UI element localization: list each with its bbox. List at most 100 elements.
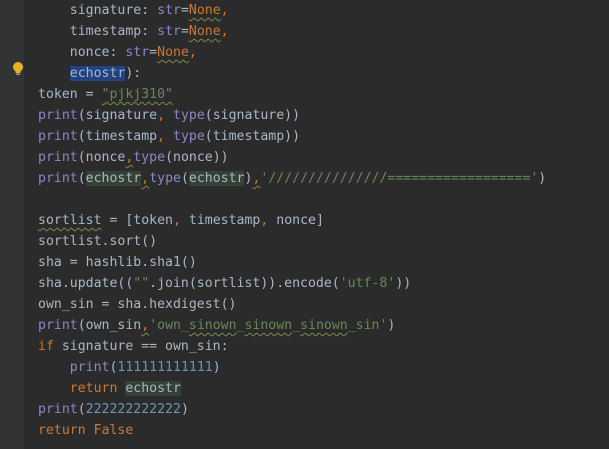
code-token: print — [38, 171, 78, 186]
code-token: nonce] — [276, 213, 324, 228]
code-line-text: token = "pjkj310" — [38, 84, 173, 105]
code-token: sha = hashlib.sha1() — [38, 255, 197, 270]
code-token: signature — [69, 3, 142, 18]
code-token: type — [133, 150, 166, 165]
code-token: ( — [77, 402, 86, 417]
code-token: , — [220, 3, 229, 18]
code-token: ) — [538, 171, 547, 186]
code-line-text: print(own_sin,'own_sinown_sinown_sinown_… — [38, 315, 395, 336]
code-token: print — [38, 129, 78, 144]
code-token: "" — [133, 276, 150, 291]
code-token: nonce — [69, 45, 110, 60]
code-token: return — [38, 423, 94, 438]
code-token: 111111111111 — [117, 360, 213, 375]
code-token: (own_sin — [77, 318, 142, 333]
code-line-text: return echostr — [38, 378, 181, 399]
code-token: , — [141, 318, 150, 333]
code-token: = — [149, 45, 158, 60]
code-line-text: return False — [38, 420, 133, 441]
code-token: , — [188, 45, 197, 60]
code-token: print — [38, 108, 78, 123]
code-editor[interactable]: signature: str=None, timestamp: str=None… — [0, 0, 609, 449]
code-token: timestamp — [188, 213, 261, 228]
code-line-text: own_sin = sha.hexdigest() — [38, 294, 237, 315]
code-token: sinown — [188, 318, 237, 333]
code-token: : — [141, 24, 158, 39]
code-token: sortlist.sort() — [38, 234, 158, 249]
code-token: type — [149, 171, 181, 186]
code-line-text: print(echostr,type(echostr),'///////////… — [38, 168, 546, 189]
code-line-text: print(timestamp, type(timestamp)) — [38, 126, 300, 147]
code-token: ): — [125, 66, 142, 81]
code-token: echostr — [125, 381, 181, 396]
code-line-text: timestamp: str=None, — [38, 21, 229, 42]
code-token: )) — [395, 276, 412, 291]
code-line-text: if signature == own_sin: — [38, 336, 229, 357]
code-token: print — [38, 402, 78, 417]
code-token: None — [188, 24, 221, 39]
code-token: ) — [387, 318, 396, 333]
code-line-text: print(111111111111) — [38, 357, 221, 378]
code-token: '///////////////==================' — [260, 171, 539, 186]
code-token: _sin' — [347, 318, 388, 333]
code-token: if — [38, 339, 62, 354]
code-line-text: print(222222222222) — [38, 399, 189, 420]
code-token: 'own_ — [149, 318, 189, 333]
code-token: None — [157, 45, 189, 60]
code-token: (timestamp — [77, 129, 158, 144]
code-token: = — [180, 24, 189, 39]
code-token: sinown — [300, 318, 348, 333]
code-token: sortlist — [38, 213, 102, 228]
code-token: 'utf-8' — [339, 276, 396, 291]
code-token: : — [141, 3, 158, 18]
code-token: False — [93, 423, 134, 438]
code-token: type — [173, 108, 205, 123]
code-token: print — [69, 360, 110, 375]
code-token: (nonce)) — [165, 150, 229, 165]
code-token: , — [157, 108, 173, 123]
code-line-text: sortlist = [token, timestamp, nonce] — [38, 210, 324, 231]
code-token: str — [157, 24, 181, 39]
code-line-text: print(signature, type(signature)) — [38, 105, 300, 126]
code-token: .join(sortlist)).encode( — [149, 276, 340, 291]
code-line-text: echostr): — [38, 63, 141, 84]
code-token: _ — [292, 318, 301, 333]
lightbulb-icon[interactable] — [11, 61, 25, 77]
code-token: = — [180, 3, 189, 18]
code-token: (signature — [77, 108, 158, 123]
code-token: print — [38, 318, 78, 333]
code-line-text: sortlist.sort() — [38, 231, 157, 252]
code-line-text: sha = hashlib.sha1() — [38, 252, 197, 273]
code-token: ) — [212, 360, 221, 375]
code-token: own_sin = sha.hexdigest() — [38, 297, 237, 312]
code-token: timestamp — [69, 24, 142, 39]
code-token: , — [141, 171, 150, 186]
code-token: sinown — [244, 318, 293, 333]
code-token: ) — [180, 402, 189, 417]
code-token: : — [109, 45, 126, 60]
code-token: type — [173, 129, 205, 144]
code-token: 222222222222 — [85, 402, 181, 417]
code-token: echostr — [85, 171, 142, 186]
code-token: print — [38, 150, 78, 165]
code-token: "pjkj310" — [101, 87, 173, 102]
code-line-text: nonce: str=None, — [38, 42, 197, 63]
code-token: , — [260, 213, 277, 228]
code-line-text: sha.update(("".join(sortlist)).encode('u… — [38, 273, 411, 294]
code-token: , — [220, 24, 229, 39]
code-token: echostr — [69, 66, 126, 81]
code-token: = [token — [101, 213, 173, 228]
code-token: str — [125, 45, 150, 60]
code-token: ( — [180, 171, 189, 186]
code-token: ( — [77, 171, 86, 186]
code-token: echostr — [188, 171, 245, 186]
code-token: sha.update(( — [38, 276, 134, 291]
code-token: token = — [38, 87, 102, 102]
code-line-text: signature: str=None, — [38, 0, 229, 21]
code-token: , — [173, 213, 189, 228]
